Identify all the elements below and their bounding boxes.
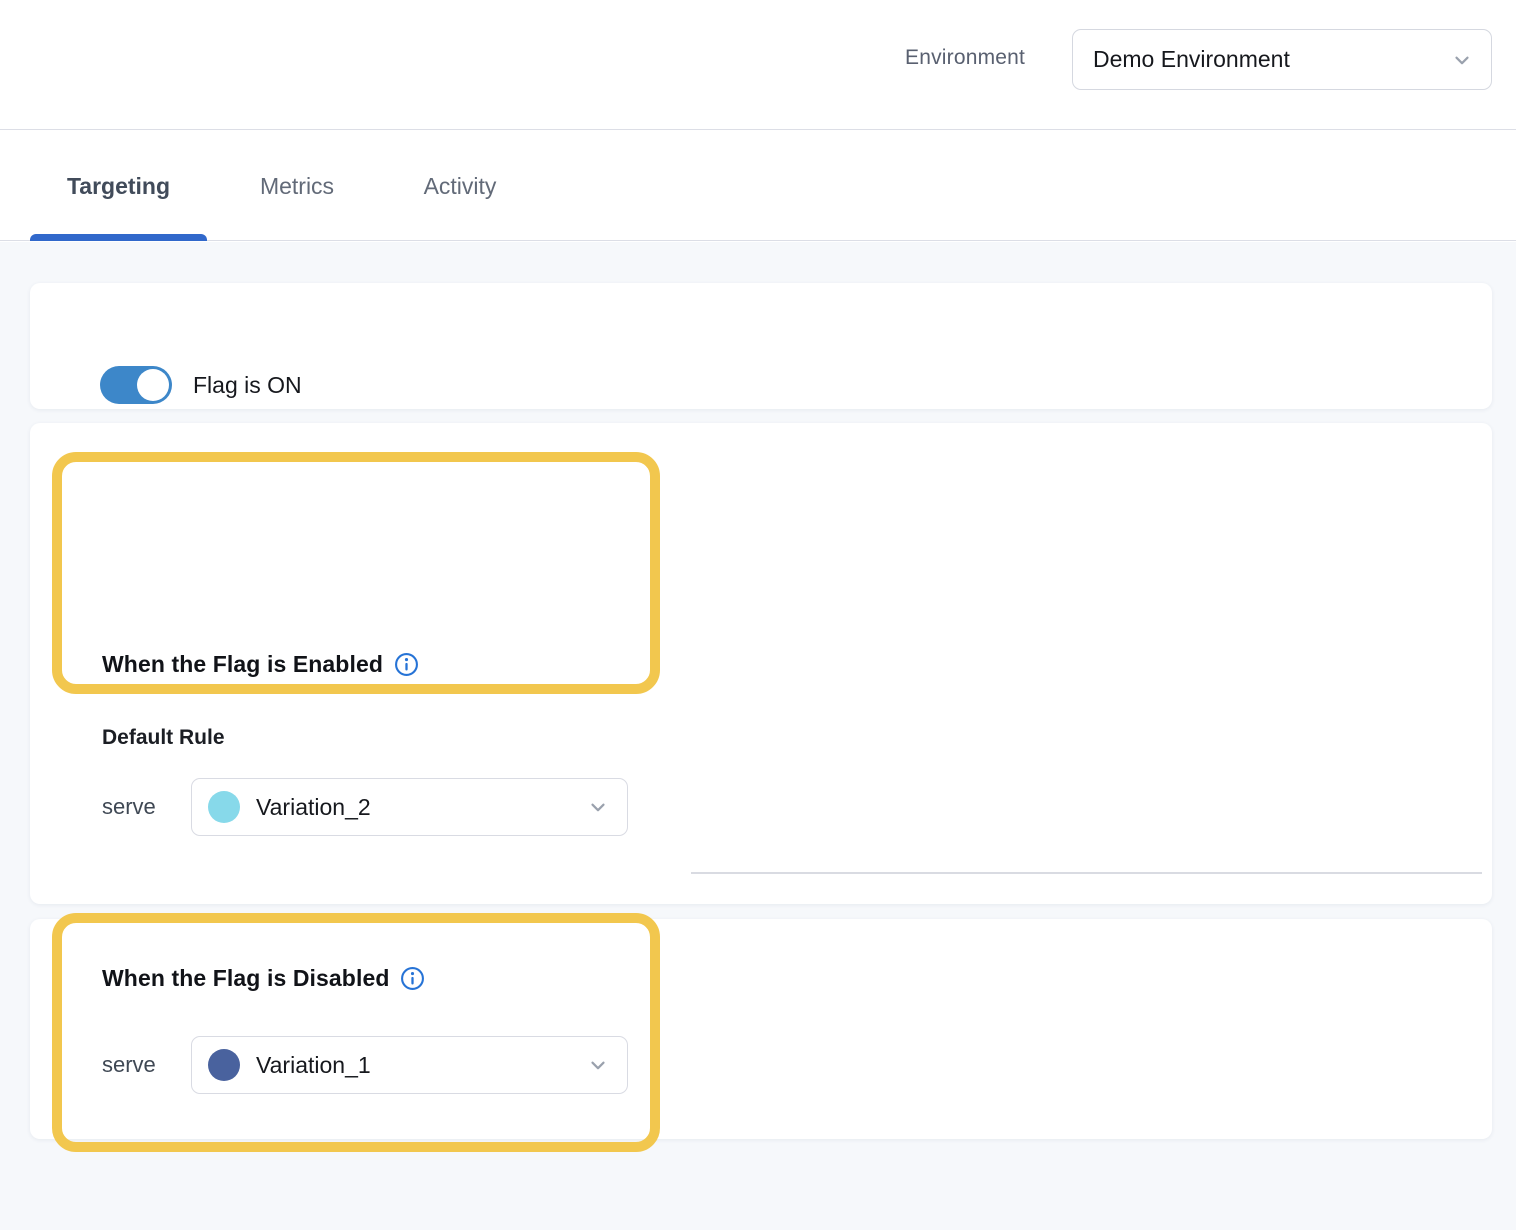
flag-enabled-card: When the Flag is Enabled Default Rule se… — [30, 423, 1492, 904]
flag-status-label: Flag is ON — [193, 372, 302, 399]
section-divider — [691, 872, 1482, 874]
tab-targeting-label: Targeting — [67, 173, 170, 200]
chevron-down-icon — [1451, 49, 1473, 71]
variation-1-color-dot — [208, 1049, 240, 1081]
header-bar: Environment Demo Environment — [0, 0, 1516, 130]
info-icon[interactable] — [394, 652, 419, 677]
flag-status-card: Flag is ON — [30, 283, 1492, 409]
tab-bar: Targeting Metrics Activity — [0, 131, 1516, 241]
chevron-down-icon — [587, 1054, 609, 1076]
environment-dropdown-value: Demo Environment — [1093, 46, 1451, 73]
tab-targeting[interactable]: Targeting — [30, 131, 207, 241]
info-icon[interactable] — [400, 966, 425, 991]
chevron-down-icon — [587, 796, 609, 818]
variation-1-dropdown-value: Variation_1 — [256, 1052, 571, 1079]
enabled-section-heading: When the Flag is Enabled — [102, 651, 419, 678]
serve-label: serve — [102, 1052, 191, 1078]
tab-metrics-label: Metrics — [260, 173, 334, 200]
enabled-section-title: When the Flag is Enabled — [102, 651, 383, 678]
tab-activity[interactable]: Activity — [394, 131, 526, 241]
variation-2-color-dot — [208, 791, 240, 823]
tab-metrics[interactable]: Metrics — [232, 131, 362, 241]
flag-disabled-card: When the Flag is Disabled serve Variatio… — [30, 919, 1492, 1139]
flag-toggle[interactable] — [100, 366, 172, 404]
disabled-section-title: When the Flag is Disabled — [102, 965, 389, 992]
feature-flag-page: Environment Demo Environment Targeting M… — [0, 0, 1516, 1230]
content-area: Flag is ON When the Flag is Enabled Defa… — [0, 242, 1516, 1230]
environment-label: Environment — [905, 46, 1025, 70]
disabled-serve-row: serve Variation_1 — [102, 1036, 628, 1094]
active-tab-underline — [30, 234, 207, 241]
toggle-knob — [137, 369, 169, 401]
serve-label: serve — [102, 794, 191, 820]
environment-dropdown[interactable]: Demo Environment — [1072, 29, 1492, 90]
default-rule-label: Default Rule — [102, 726, 225, 750]
variation-2-dropdown[interactable]: Variation_2 — [191, 778, 628, 836]
default-rule-serve-row: serve Variation_2 — [102, 778, 628, 836]
tab-activity-label: Activity — [424, 173, 497, 200]
variation-1-dropdown[interactable]: Variation_1 — [191, 1036, 628, 1094]
variation-2-dropdown-value: Variation_2 — [256, 794, 571, 821]
disabled-section-heading: When the Flag is Disabled — [102, 965, 425, 992]
